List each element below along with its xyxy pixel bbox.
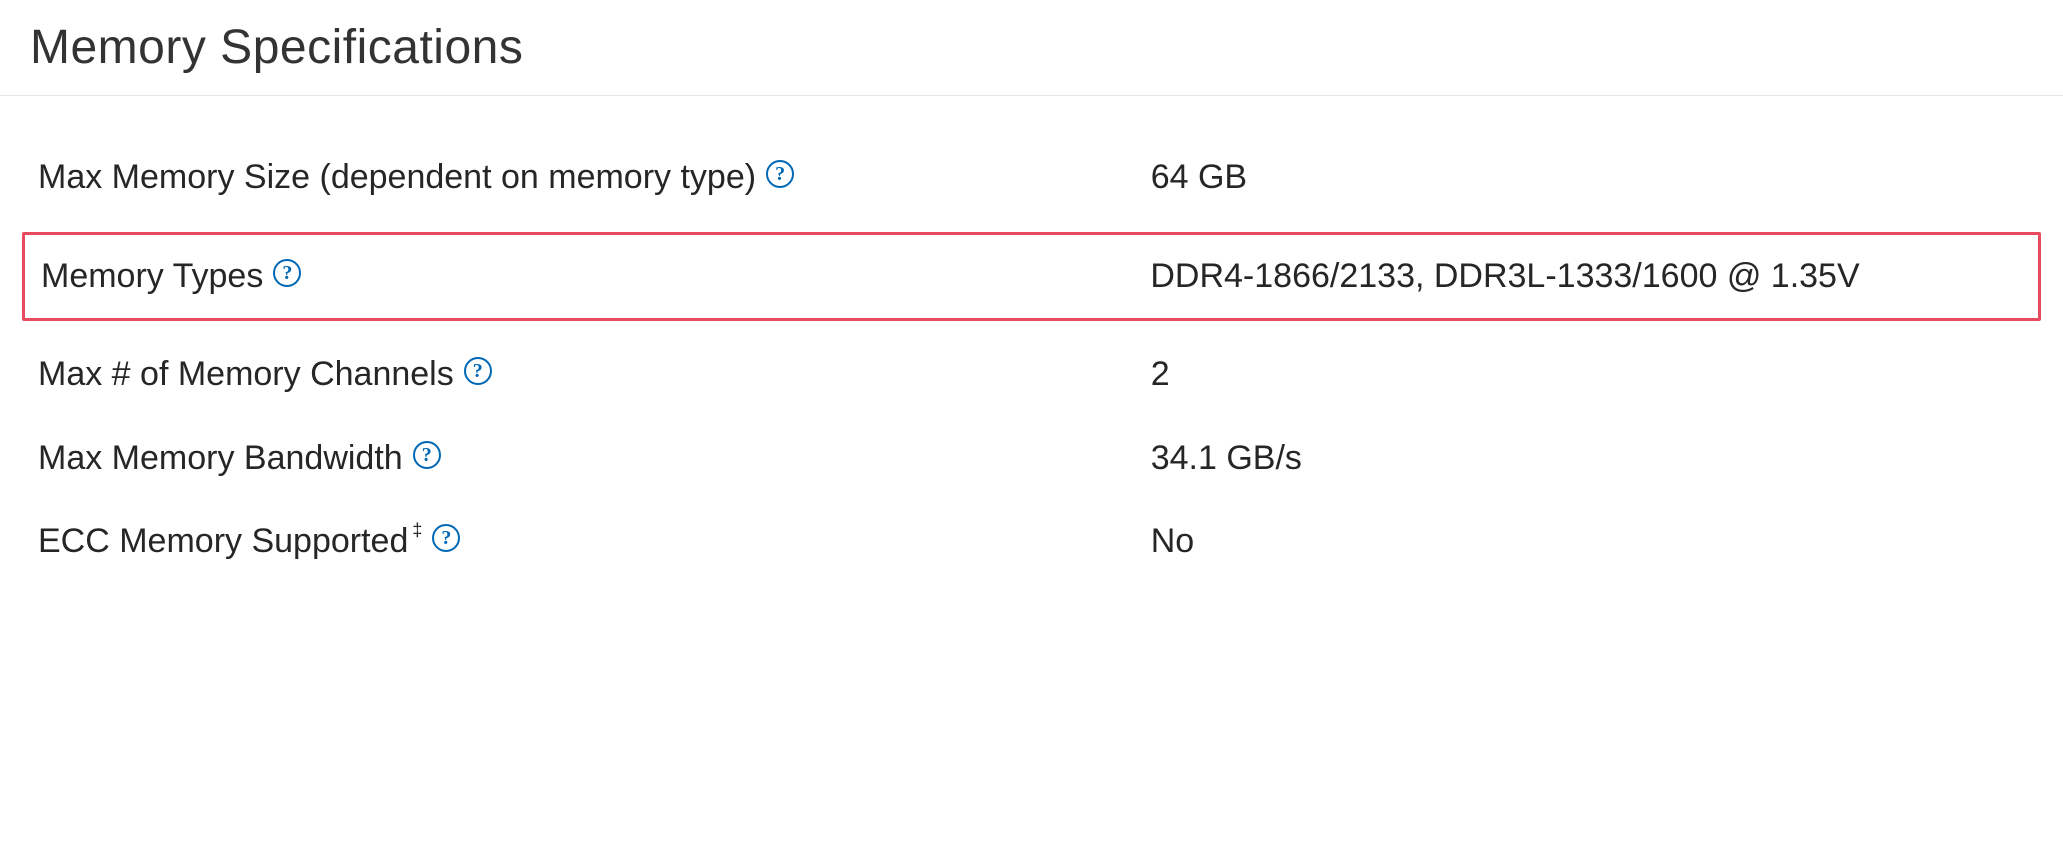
- help-icon[interactable]: ?: [413, 441, 441, 469]
- spec-row-max-memory-size: Max Memory Size (dependent on memory typ…: [30, 136, 2033, 220]
- spec-label: Max # of Memory Channels ?: [38, 351, 1151, 399]
- spec-value: No: [1151, 518, 2025, 566]
- spec-label: Max Memory Size (dependent on memory typ…: [38, 154, 1151, 202]
- section-title: Memory Specifications: [0, 20, 2063, 95]
- spec-row-memory-types: Memory Types ? DDR4-1866/2133, DDR3L-133…: [22, 232, 2041, 322]
- spec-label-text: Max # of Memory Channels: [38, 351, 454, 399]
- help-icon[interactable]: ?: [273, 259, 301, 287]
- spec-row-ecc-memory-supported: ECC Memory Supported ‡ ? No: [30, 500, 2033, 584]
- spec-value: DDR4-1866/2133, DDR3L-1333/1600 @ 1.35V: [1150, 253, 2022, 301]
- spec-label-text: ECC Memory Supported: [38, 518, 408, 566]
- section-divider: [0, 95, 2063, 96]
- spec-value: 34.1 GB/s: [1151, 435, 2025, 483]
- spec-label: ECC Memory Supported ‡ ?: [38, 518, 1151, 566]
- help-icon[interactable]: ?: [432, 524, 460, 552]
- spec-value: 2: [1151, 351, 2025, 399]
- spec-label: Max Memory Bandwidth ?: [38, 435, 1151, 483]
- footnote-marker: ‡: [412, 518, 422, 543]
- spec-label-text: Memory Types: [41, 253, 263, 301]
- spec-label: Memory Types ?: [41, 253, 1150, 301]
- spec-list: Max Memory Size (dependent on memory typ…: [0, 136, 2063, 584]
- spec-row-max-memory-bandwidth: Max Memory Bandwidth ? 34.1 GB/s: [30, 417, 2033, 501]
- spec-label-text: Max Memory Bandwidth: [38, 435, 403, 483]
- help-icon[interactable]: ?: [464, 357, 492, 385]
- spec-value: 64 GB: [1151, 154, 2025, 202]
- help-icon[interactable]: ?: [766, 160, 794, 188]
- spec-row-max-memory-channels: Max # of Memory Channels ? 2: [30, 333, 2033, 417]
- spec-label-text: Max Memory Size (dependent on memory typ…: [38, 154, 756, 202]
